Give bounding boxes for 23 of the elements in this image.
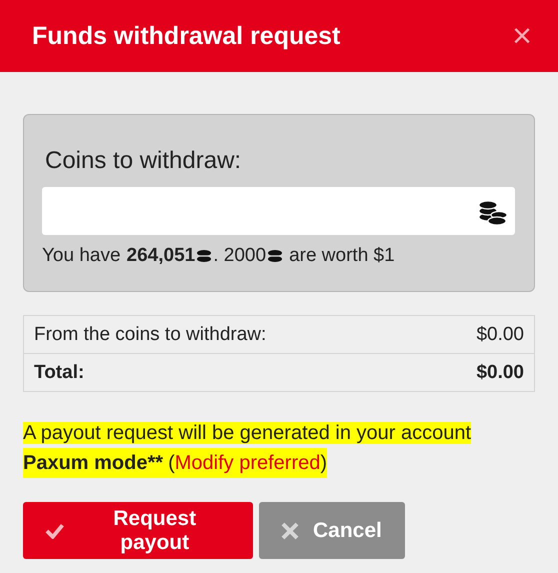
notice-text: A payout request will be generated in your account <box>23 422 472 444</box>
check-icon <box>45 522 64 538</box>
coin-icon <box>196 249 212 263</box>
cancel-button[interactable]: Cancel <box>259 502 405 559</box>
coins-input-field[interactable] <box>42 187 515 235</box>
summary-label: Total: <box>34 362 84 384</box>
balance-amount: 264,051 <box>126 245 196 267</box>
paren: ) <box>320 452 328 474</box>
modify-link[interactable]: Modify preferred <box>174 452 320 474</box>
close-button[interactable]: × <box>512 19 532 53</box>
rate-amount: . 2000 <box>213 245 266 267</box>
summary-value: $0.00 <box>476 362 524 384</box>
summary-value: $0.00 <box>476 324 524 346</box>
paren: ( <box>168 452 175 474</box>
summary-label: From the coins to withdraw: <box>34 324 266 346</box>
coin-icon <box>267 249 284 263</box>
x-icon <box>281 522 299 540</box>
request-payout-button[interactable]: Request payout <box>23 502 253 559</box>
coins-label: Coins to withdraw: <box>45 147 242 175</box>
payout-method: Paxum mode** <box>23 452 164 474</box>
rate-text: are worth $1 <box>289 245 395 267</box>
dialog-title: Funds withdrawal request <box>32 22 340 50</box>
balance-text: You have <box>42 245 121 267</box>
